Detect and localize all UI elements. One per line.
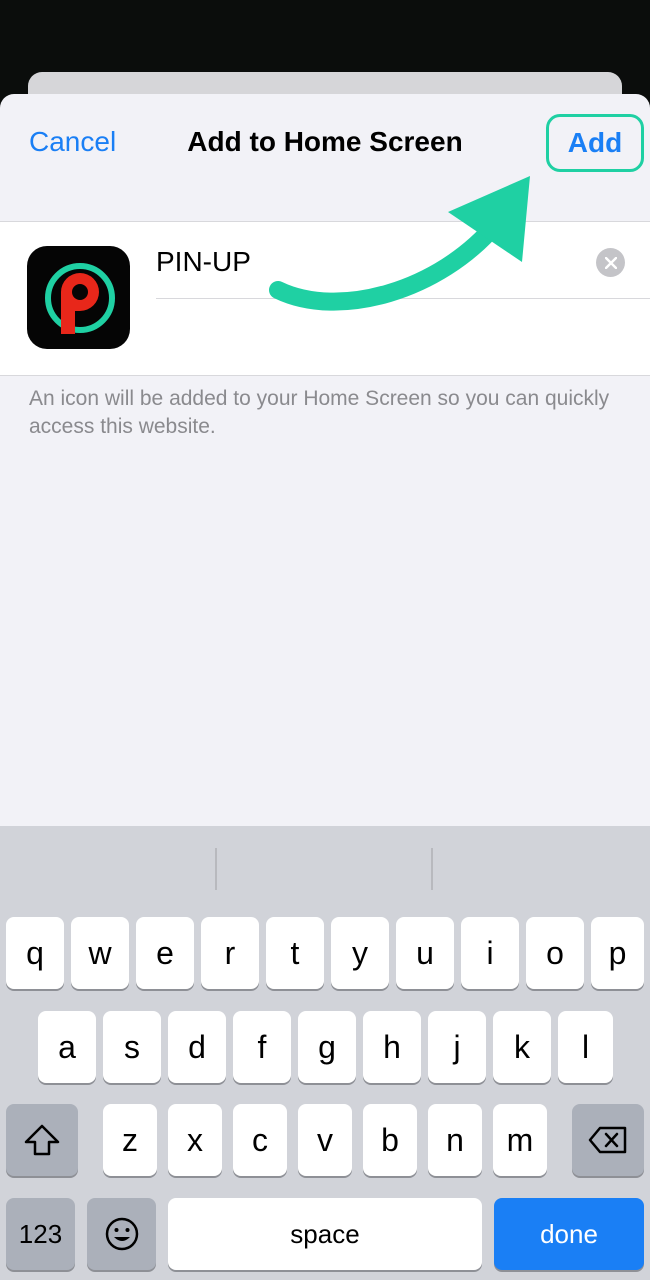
key-w[interactable]: w — [71, 917, 129, 989]
space-key[interactable]: space — [168, 1198, 482, 1270]
backspace-icon — [588, 1126, 627, 1154]
clear-icon — [604, 256, 617, 269]
key-y[interactable]: y — [331, 917, 389, 989]
suggestion-divider — [215, 848, 217, 890]
key-g[interactable]: g — [298, 1011, 356, 1083]
add-button[interactable]: Add — [546, 114, 644, 172]
key-j[interactable]: j — [428, 1011, 486, 1083]
key-v[interactable]: v — [298, 1104, 352, 1176]
key-x[interactable]: x — [168, 1104, 222, 1176]
key-h[interactable]: h — [363, 1011, 421, 1083]
key-f[interactable]: f — [233, 1011, 291, 1083]
numbers-key[interactable]: 123 — [6, 1198, 75, 1270]
key-k[interactable]: k — [493, 1011, 551, 1083]
pinup-app-icon — [27, 246, 130, 349]
shift-key[interactable] — [6, 1104, 78, 1176]
key-c[interactable]: c — [233, 1104, 287, 1176]
emoji-key[interactable] — [87, 1198, 156, 1270]
shortcut-row — [0, 221, 650, 376]
done-key[interactable]: done — [494, 1198, 644, 1270]
key-p[interactable]: p — [591, 917, 644, 989]
key-b[interactable]: b — [363, 1104, 417, 1176]
key-o[interactable]: o — [526, 917, 584, 989]
clear-text-button[interactable] — [596, 248, 625, 277]
shortcut-name-input[interactable] — [156, 244, 576, 280]
key-i[interactable]: i — [461, 917, 519, 989]
key-z[interactable]: z — [103, 1104, 157, 1176]
input-underline — [156, 298, 650, 299]
shift-icon — [24, 1124, 60, 1156]
suggestion-divider — [431, 848, 433, 890]
keyboard: q w e r t y u i o p a s d f g h j k l z … — [0, 826, 650, 1280]
nav-bar: Cancel Add to Home Screen Add — [0, 94, 650, 194]
delete-key[interactable] — [572, 1104, 644, 1176]
description-text: An icon will be added to your Home Scree… — [29, 387, 610, 438]
key-a[interactable]: a — [38, 1011, 96, 1083]
key-s[interactable]: s — [103, 1011, 161, 1083]
key-m[interactable]: m — [493, 1104, 547, 1176]
key-t[interactable]: t — [266, 917, 324, 989]
key-q[interactable]: q — [6, 917, 64, 989]
key-l[interactable]: l — [558, 1011, 613, 1083]
key-e[interactable]: e — [136, 917, 194, 989]
key-r[interactable]: r — [201, 917, 259, 989]
key-d[interactable]: d — [168, 1011, 226, 1083]
key-u[interactable]: u — [396, 917, 454, 989]
key-n[interactable]: n — [428, 1104, 482, 1176]
emoji-icon — [105, 1217, 138, 1251]
